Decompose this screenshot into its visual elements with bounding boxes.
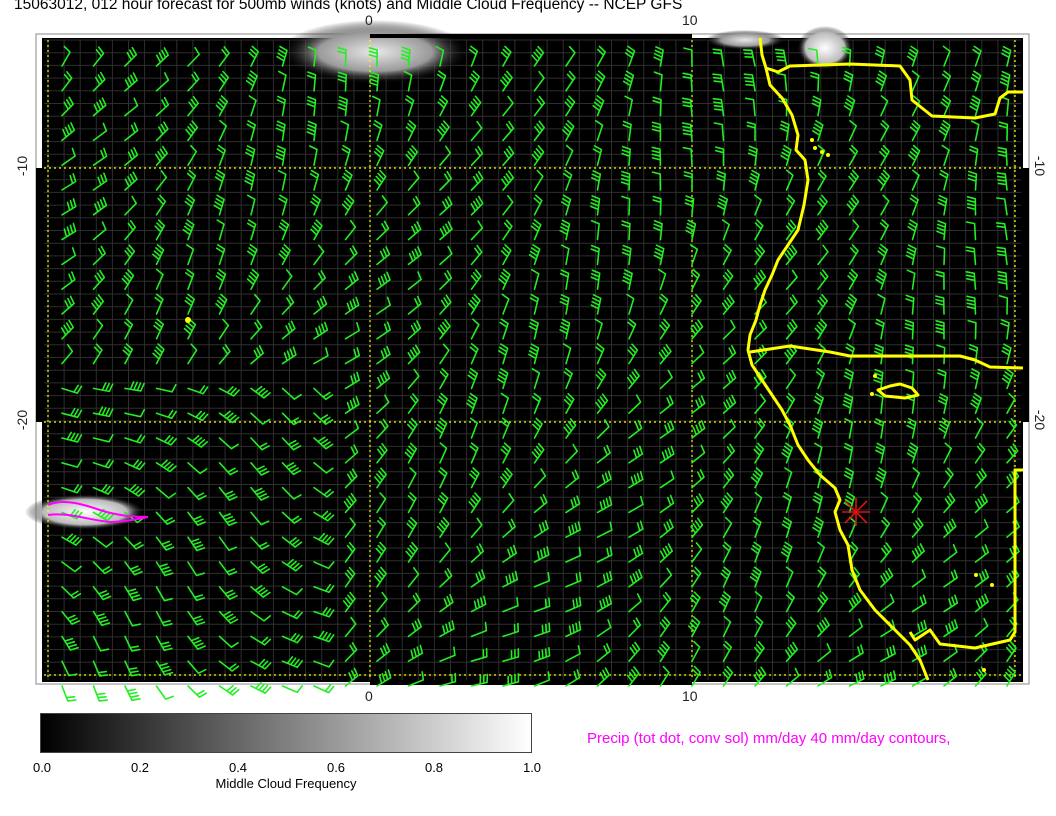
colorbar-label: 0.6 <box>326 760 346 775</box>
precip-legend-note: Precip (tot dot, conv sol) mm/day 40 mm/… <box>587 730 951 747</box>
left-tick-minus20: -20 <box>14 409 31 431</box>
bottom-tick-10: 10 <box>682 688 698 704</box>
wind-barb <box>218 685 240 696</box>
bottom-tick-0: 0 <box>365 688 373 704</box>
wind-barb <box>61 685 77 702</box>
colorbar-label: 1.0 <box>522 760 542 775</box>
station-marker-icon <box>842 498 870 526</box>
map-plot <box>25 20 1030 702</box>
wind-barb <box>187 685 208 698</box>
colorbar-label: 0.8 <box>424 760 444 775</box>
colorbar-label: 0.4 <box>228 760 248 775</box>
colorbar-title: Middle Cloud Frequency <box>215 776 357 791</box>
colorbar-label: 0.0 <box>32 760 52 775</box>
wind-barb <box>124 685 141 702</box>
right-tick-minus10: -10 <box>1032 155 1049 177</box>
left-tick-minus10: -10 <box>14 155 31 177</box>
top-tick-0: 0 <box>365 12 373 28</box>
right-tick-minus20: -20 <box>1032 409 1049 431</box>
colorbar-label: 0.2 <box>130 760 150 775</box>
wind-barb <box>155 685 174 700</box>
top-tick-10: 10 <box>682 12 698 28</box>
colorbar <box>40 713 532 753</box>
wind-barb <box>313 684 335 694</box>
wind-barb <box>92 685 108 702</box>
wind-barb <box>281 685 303 694</box>
